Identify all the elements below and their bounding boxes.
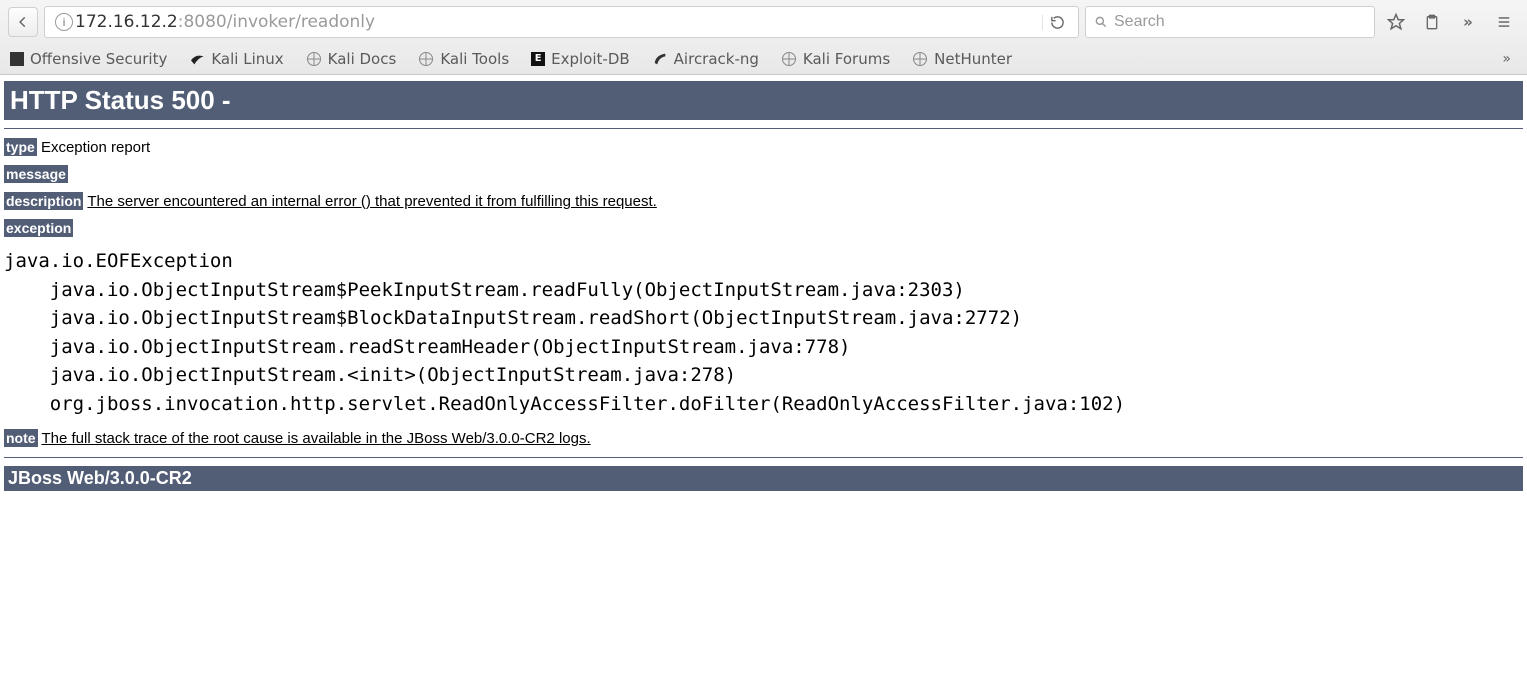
bookmark-label: Offensive Security [30,50,167,68]
search-input[interactable] [1114,13,1366,31]
exception-stacktrace: java.io.EOFException java.io.ObjectInput… [4,247,1523,418]
server-footer: JBoss Web/3.0.0-CR2 [4,466,1523,491]
description-text: The server encountered an internal error… [87,193,656,210]
star-icon [1387,13,1405,31]
exception-label: exception [4,219,73,237]
globe-icon [912,51,928,67]
exploitdb-icon: E [531,52,545,66]
menu-button[interactable] [1489,7,1519,37]
status-header: HTTP Status 500 - [4,81,1523,120]
note-line: note The full stack trace of the root ca… [4,430,1523,447]
info-icon[interactable]: i [55,13,73,31]
type-line: type Exception report [4,139,1523,156]
error-page: HTTP Status 500 - type Exception report … [0,81,1527,491]
bookmark-kali-linux[interactable]: Kali Linux [189,50,283,68]
note-label: note [4,429,38,447]
back-button[interactable] [8,7,38,37]
clipboard-button[interactable] [1417,7,1447,37]
bookmark-kali-forums[interactable]: Kali Forums [781,50,890,68]
reload-icon [1050,15,1065,30]
overflow-button[interactable]: » [1453,7,1483,37]
bookmark-exploit-db[interactable]: E Exploit-DB [531,50,630,68]
address-bar-row: i 172.16.12.2:8080/invoker/readonly » [0,0,1527,44]
arrow-left-icon [16,15,30,29]
description-line: description The server encountered an in… [4,193,1523,210]
browser-chrome: i 172.16.12.2:8080/invoker/readonly » [0,0,1527,75]
bookmark-label: Kali Tools [440,50,509,68]
type-text: Exception report [37,139,150,156]
bookmark-star-button[interactable] [1381,7,1411,37]
divider [4,128,1523,129]
bookmark-label: Exploit-DB [551,50,630,68]
divider [4,457,1523,458]
bookmark-kali-tools[interactable]: Kali Tools [418,50,509,68]
url-path: :8080/invoker/readonly [178,12,375,32]
clipboard-icon [1424,13,1440,31]
bookmark-offensive-security[interactable]: Offensive Security [10,50,167,68]
reload-button[interactable] [1042,15,1072,30]
search-bar[interactable] [1085,6,1375,38]
bookmarks-overflow[interactable]: » [1502,51,1517,67]
hamburger-icon [1496,15,1512,29]
bookmark-aircrack-ng[interactable]: Aircrack-ng [652,50,759,68]
url-host: 172.16.12.2 [75,12,178,32]
description-label: description [4,192,83,210]
aircrack-icon [652,51,668,67]
chevron-double-right-icon: » [1463,13,1473,31]
bookmark-label: Kali Linux [211,50,283,68]
chevron-double-right-icon: » [1502,51,1511,67]
bookmark-label: NetHunter [934,50,1012,68]
kali-icon [189,51,205,67]
globe-icon [418,51,434,67]
type-label: type [4,138,37,156]
globe-icon [306,51,322,67]
globe-icon [781,51,797,67]
bookmark-label: Aircrack-ng [674,50,759,68]
note-text: The full stack trace of the root cause i… [41,430,590,447]
message-line: message [4,166,1523,183]
bookmark-nethunter[interactable]: NetHunter [912,50,1012,68]
exception-line: exception [4,220,1523,237]
offsec-icon [10,52,24,66]
url-bar[interactable]: i 172.16.12.2:8080/invoker/readonly [44,6,1079,38]
bookmarks-toolbar: Offensive Security Kali Linux Kali Docs … [0,44,1527,74]
bookmark-label: Kali Forums [803,50,890,68]
bookmark-label: Kali Docs [328,50,397,68]
search-icon [1094,15,1108,29]
message-label: message [4,165,68,183]
url-text: 172.16.12.2:8080/invoker/readonly [75,12,1042,32]
bookmark-kali-docs[interactable]: Kali Docs [306,50,397,68]
